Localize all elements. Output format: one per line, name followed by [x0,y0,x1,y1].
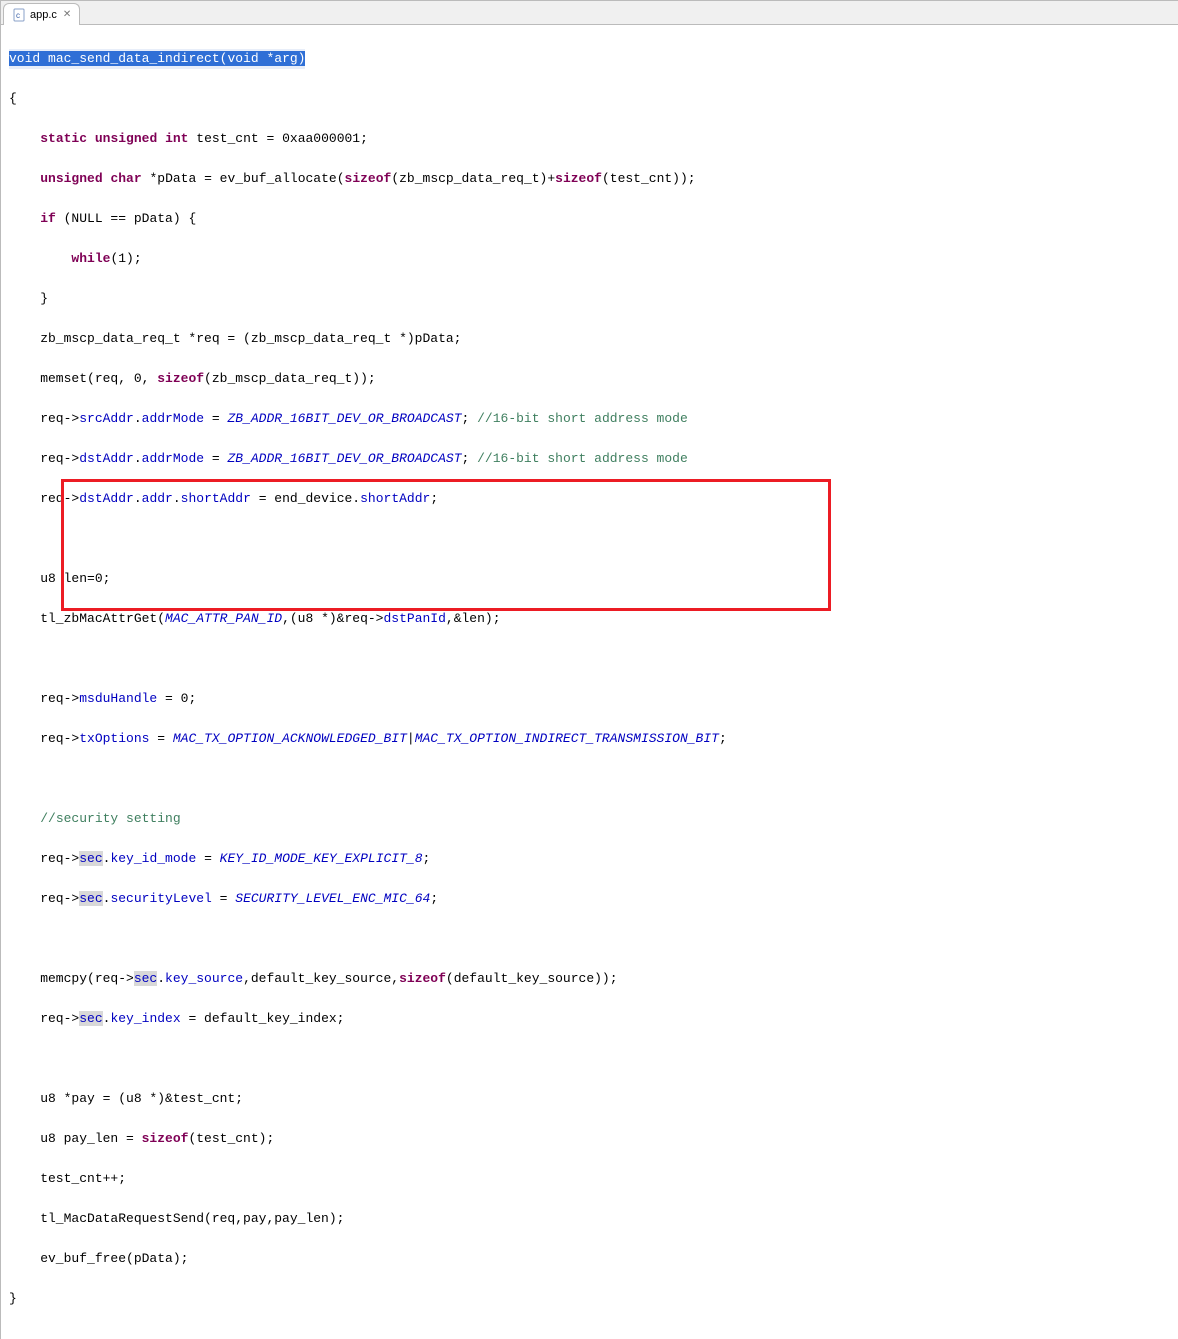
code-line: //security setting [9,809,1178,829]
code-line: unsigned char *pData = ev_buf_allocate(s… [9,169,1178,189]
code-line: u8 pay_len = sizeof(test_cnt); [9,1129,1178,1149]
code-line: u8 len=0; [9,569,1178,589]
code-line: req->sec.key_index = default_key_index; [9,1009,1178,1029]
code-line: ev_buf_free(pData); [9,1249,1178,1269]
code-line: test_cnt++; [9,1169,1178,1189]
tab-app-c[interactable]: c app.c ✕ [3,3,80,25]
c-file-icon: c [12,8,26,22]
code-line: req->sec.securityLevel = SECURITY_LEVEL_… [9,889,1178,909]
code-line: req->dstAddr.addrMode = ZB_ADDR_16BIT_DE… [9,449,1178,469]
code-line [9,929,1178,949]
code-line [9,1049,1178,1069]
code-line: req->txOptions = MAC_TX_OPTION_ACKNOWLED… [9,729,1178,749]
close-icon[interactable]: ✕ [63,5,71,25]
code-line: memcpy(req->sec.key_source,default_key_s… [9,969,1178,989]
code-line: u8 *pay = (u8 *)&test_cnt; [9,1089,1178,1109]
function-signature: void mac_send_data_indirect(void *arg) [9,49,1178,69]
code-line: zb_mscp_data_req_t *req = (zb_mscp_data_… [9,329,1178,349]
code-line: } [9,1289,1178,1309]
code-line: tl_zbMacAttrGet(MAC_ATTR_PAN_ID,(u8 *)&r… [9,609,1178,629]
code-line [9,529,1178,549]
code-line: req->dstAddr.addr.shortAddr = end_device… [9,489,1178,509]
tab-label: app.c [30,5,57,25]
code-line: memset(req, 0, sizeof(zb_mscp_data_req_t… [9,369,1178,389]
code-line: if (NULL == pData) { [9,209,1178,229]
code-line: req->msduHandle = 0; [9,689,1178,709]
code-line [9,649,1178,669]
code-line: while(1); [9,249,1178,269]
code-line: { [9,89,1178,109]
code-line: tl_MacDataRequestSend(req,pay,pay_len); [9,1209,1178,1229]
code-line: } [9,289,1178,309]
code-line: req->sec.key_id_mode = KEY_ID_MODE_KEY_E… [9,849,1178,869]
tab-bar: c app.c ✕ [1,1,1178,25]
code-line [9,769,1178,789]
code-line: static unsigned int test_cnt = 0xaa00000… [9,129,1178,149]
code-line: req->srcAddr.addrMode = ZB_ADDR_16BIT_DE… [9,409,1178,429]
svg-text:c: c [16,11,20,20]
code-editor[interactable]: void mac_send_data_indirect(void *arg) {… [1,25,1178,1339]
